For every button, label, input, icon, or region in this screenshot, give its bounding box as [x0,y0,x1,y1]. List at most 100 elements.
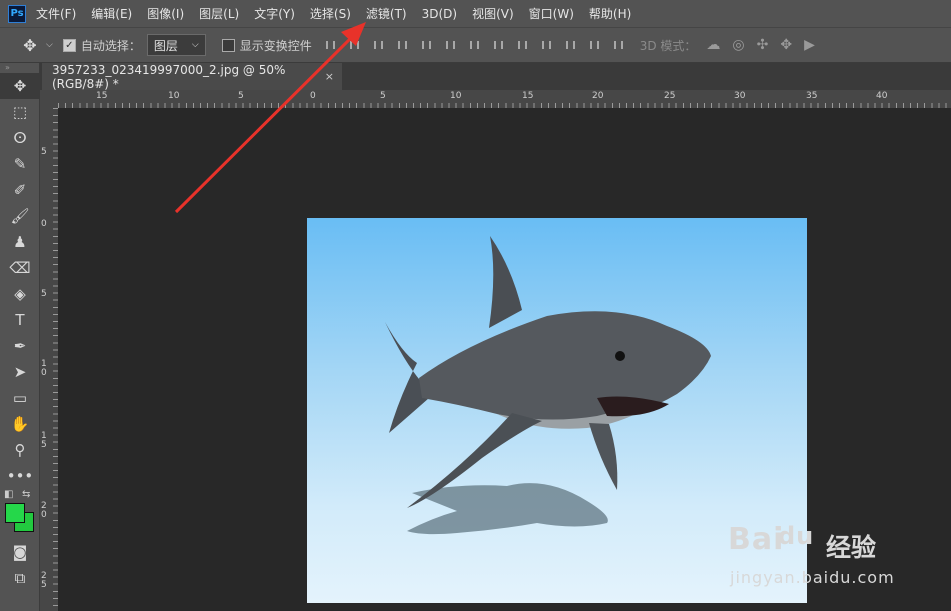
shark-eye [615,351,625,361]
ruler-label: 25 [664,91,676,101]
ruler-label: 2 0 [41,501,47,520]
ruler-label: 10 [168,91,180,101]
ruler-label: 20 [592,91,604,101]
ruler-label: 5 [41,147,47,157]
pen-tool-icon[interactable]: ✒ [0,333,40,359]
document-tab[interactable]: 3957233_023419997000_2.jpg @ 50%(RGB/8#)… [42,62,342,91]
panel-collapse-icon[interactable]: » [0,63,39,73]
align-left-icon[interactable] [396,38,410,52]
align-bottom-icon[interactable] [372,38,386,52]
menu-layer[interactable]: 图层(L) [199,5,239,22]
menu-type[interactable]: 文字(Y) [254,5,295,22]
mode-3d-label: 3D 模式： [639,38,697,53]
eraser-tool-icon[interactable]: ⌫ [0,255,40,281]
ruler-label: 15 [96,91,108,101]
auto-select-checkbox[interactable]: ✓ [62,38,76,52]
marquee-tool-icon[interactable]: ⬚ [0,99,40,125]
vertical-ruler[interactable]: 5 0 5 1 0 1 5 2 0 2 5 [40,108,59,611]
quick-select-tool-icon[interactable]: ✎ [0,151,40,177]
ruler-label: 1 0 [41,359,47,378]
hand-tool-icon[interactable]: ✋ [0,411,40,437]
auto-align-icon[interactable] [612,38,626,52]
menu-view[interactable]: 视图(V) [472,5,514,22]
align-right-icon[interactable] [444,38,458,52]
distribute-bottom-icon[interactable] [516,38,530,52]
menu-file[interactable]: 文件(F) [36,5,76,22]
lasso-tool-icon[interactable]: ⵙ [0,125,40,151]
shark-body [419,311,711,424]
ruler-label: 0 [310,91,316,101]
watermark-brand-suffix: du [778,522,815,550]
menu-3d[interactable]: 3D(D) [422,7,457,21]
horizontal-ruler[interactable]: 15 10 5 0 5 10 15 20 25 30 35 40 [58,90,951,109]
watermark-brand: Bai [728,522,785,557]
type-tool-icon[interactable]: T [0,307,40,333]
menu-image[interactable]: 图像(I) [147,5,184,22]
orbit-3d-icon[interactable]: ☁ [706,37,720,53]
eyedropper-tool-icon[interactable]: ✐ [0,177,40,203]
ruler-label: 5 [380,91,386,101]
slide-3d-icon[interactable]: ✥ [780,37,792,53]
shark-dorsal-fin [489,236,522,328]
fill-tool-icon[interactable]: ◈ [0,281,40,307]
close-icon[interactable]: × [325,70,334,83]
watermark-url: jingyan.baidu.com [730,568,895,587]
distribute-vcenter-icon[interactable] [492,38,506,52]
quick-mask-icon[interactable]: ◙ [0,539,40,565]
roll-3d-icon[interactable]: ◎ [732,37,744,53]
move-tool-icon[interactable]: ✥ [0,73,40,99]
default-colors-icon[interactable]: ◧ [4,489,13,500]
baidu-watermark: Bai du 经验 jingyan.baidu.com [678,500,908,600]
screen-mode-icon[interactable]: ⧉ [0,565,40,591]
ruler-label: 0 [41,219,47,229]
ruler-label: 35 [806,91,818,101]
rectangle-tool-icon[interactable]: ▭ [0,385,40,411]
chevron-down-icon[interactable]: ⌵ [46,40,53,50]
ruler-label: 5 [238,91,244,101]
menu-bar: Ps 文件(F) 编辑(E) 图像(I) 图层(L) 文字(Y) 选择(S) 滤… [0,0,951,27]
mode-3d-icons: ☁ ◎ ✣ ✥ ▶ [706,37,814,53]
menu-window[interactable]: 窗口(W) [529,5,574,22]
scale-3d-icon[interactable]: ▶ [804,37,815,53]
ruler-label: 2 5 [41,571,47,590]
align-top-icon[interactable] [324,38,338,52]
watermark-product: 经验 [826,533,877,562]
stamp-tool-icon[interactable]: ♟ [0,229,40,255]
chevron-down-icon: ⌵ [191,40,199,50]
more-tools-icon[interactable]: ••• [0,463,40,489]
pan-3d-icon[interactable]: ✣ [757,37,769,53]
document-tab-bar: 3957233_023419997000_2.jpg @ 50%(RGB/8#)… [40,63,951,91]
menu-filter[interactable]: 滤镜(T) [366,5,407,22]
tools-panel: » ✥ ⬚ ⵙ ✎ ✐ 🖌 ♟ ⌫ ◈ T ✒ ➤ ▭ ✋ ⚲ ••• ◧ ⇆ … [0,63,40,611]
show-transform-label: 显示变换控件 [239,38,312,53]
distribute-top-icon[interactable] [468,38,482,52]
options-bar: ✥ ⌵ ✓ 自动选择： 图层 ⌵ 显示变换控件 3D 模式： ☁ ◎ ✣ ✥ ▶ [0,27,951,63]
ruler-label: 10 [450,91,462,101]
shark-pelvic-fin [589,423,618,490]
zoom-tool-icon[interactable]: ⚲ [0,437,40,463]
ruler-label: 15 [522,91,534,101]
menu-select[interactable]: 选择(S) [310,5,351,22]
show-transform-checkbox[interactable] [221,38,235,52]
align-distribute-group [324,38,626,52]
menu-edit[interactable]: 编辑(E) [91,5,132,22]
ruler-origin[interactable] [40,90,58,108]
path-select-tool-icon[interactable]: ➤ [0,359,40,385]
brush-tool-icon[interactable]: 🖌 [0,203,40,229]
auto-select-target-dropdown[interactable]: 图层 ⌵ [146,34,206,56]
distribute-left-icon[interactable] [540,38,554,52]
auto-select-target-value: 图层 [153,38,178,53]
ruler-label: 30 [734,91,746,101]
foreground-color-swatch[interactable] [5,503,25,523]
align-hcenter-icon[interactable] [420,38,434,52]
ruler-label: 5 [41,289,47,299]
color-swatches: ◧ ⇆ [0,489,39,539]
document-tab-title: 3957233_023419997000_2.jpg @ 50%(RGB/8#)… [52,62,286,91]
move-tool-preset-icon[interactable]: ✥ [20,36,40,55]
align-vcenter-icon[interactable] [348,38,362,52]
distribute-right-icon[interactable] [588,38,602,52]
distribute-hcenter-icon[interactable] [564,38,578,52]
app-logo[interactable]: Ps [8,4,26,23]
menu-help[interactable]: 帮助(H) [589,5,631,22]
swap-colors-icon[interactable]: ⇆ [22,489,30,500]
